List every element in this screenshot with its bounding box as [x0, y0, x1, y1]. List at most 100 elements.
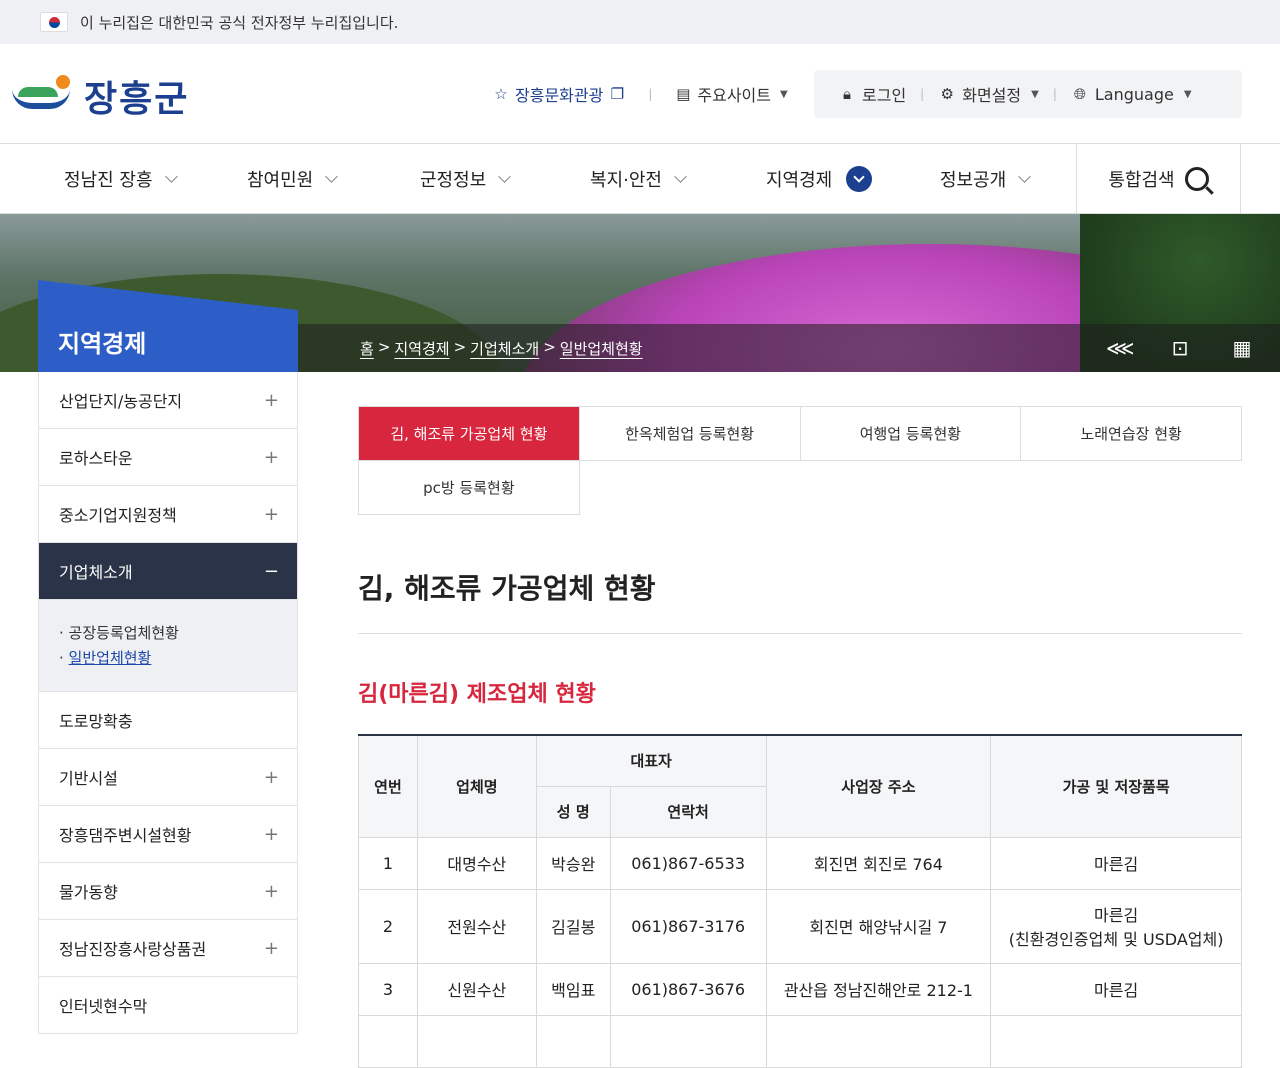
cell-company [416, 1014, 537, 1068]
submenu-item-general[interactable]: · 일반업체현황 [59, 645, 277, 670]
breadcrumb-home[interactable]: 홈 [360, 338, 374, 359]
cell-contact: 061)867-3676 [609, 962, 767, 1016]
submenu-label: 공장등록업체현황 [68, 624, 179, 642]
gnb-label: 정보공개 [940, 170, 1007, 191]
breadcrumb-level1[interactable]: 지역경제 [394, 338, 449, 359]
cell-name: 백임표 [535, 962, 611, 1016]
main-sites-dropdown[interactable]: ▤ 주요사이트 ▼ [674, 82, 787, 106]
star-icon: ☆ [494, 85, 508, 103]
page-tools: ⋘ ⊡ ▦ [1106, 336, 1254, 360]
search-icon [1184, 167, 1209, 191]
cell-address [765, 1014, 992, 1068]
login-button[interactable]: 🔒︎ 로그인 [838, 82, 906, 106]
cell-product: 마른김 [990, 962, 1242, 1016]
cell-address: 회진면 회진로 764 [765, 836, 992, 890]
gnb-label: 지역경제 [766, 170, 833, 191]
integrated-search-button[interactable]: 통합검색 [1076, 144, 1241, 214]
submenu-item-factory[interactable]: · 공장등록업체현황 [59, 620, 277, 645]
side-item-gift-voucher[interactable]: 정남진장흥사랑상품권 + [38, 920, 298, 977]
user-utility-box: 🔒︎ 로그인 | ⚙ 화면설정 ▼ | 🌐︎ Language ▼ [814, 70, 1242, 118]
side-item-dam-facilities[interactable]: 장흥댐주변시설현황 + [38, 806, 298, 863]
side-item-label: 산업단지/농공단지 [59, 392, 183, 411]
page-title: 김, 해조류 가공업체 현황 [358, 567, 1242, 634]
qr-code-icon[interactable]: ▦ [1230, 336, 1254, 360]
side-nav-title: 지역경제 [38, 280, 298, 372]
tab-karaoke[interactable]: 노래연습장 현황 [1021, 407, 1242, 461]
expand-icon: + [263, 766, 279, 788]
korea-flag-icon [40, 12, 68, 32]
side-item-label: 정남진장흥사랑상품권 [59, 940, 207, 959]
gnb-label: 참여민원 [247, 170, 314, 191]
new-window-icon: ❐ [610, 85, 625, 103]
side-navigation: 지역경제 산업단지/농공단지 + 로하스타운 + 중소기업지원정책 + 기업체소… [38, 280, 298, 1034]
expand-icon: + [263, 823, 279, 845]
gnb-label: 복지·안전 [590, 170, 662, 191]
tab-pc-room[interactable]: pc방 등록현황 [359, 461, 580, 515]
side-item-sme-policy[interactable]: 중소기업지원정책 + [38, 486, 298, 543]
expand-icon: + [263, 880, 279, 902]
gnb-item-jeongnamjin[interactable]: 정남진 장흥 [64, 144, 178, 214]
gnb-item-participation[interactable]: 참여민원 [247, 144, 339, 214]
logo-mark-icon [12, 73, 74, 119]
side-item-price-trends[interactable]: 물가동향 + [38, 863, 298, 920]
share-icon[interactable]: ⋘ [1106, 336, 1134, 360]
chevron-down-icon [498, 170, 512, 183]
cell-address: 관산읍 정남진해안로 212-1 [765, 962, 992, 1016]
divider: | [648, 87, 653, 101]
header-address: 사업장 주소 [765, 734, 992, 838]
gnb-label: 군정정보 [420, 170, 487, 191]
table-row [358, 1014, 1242, 1068]
side-item-road-expansion[interactable]: 도로망확충 [38, 692, 298, 749]
product-name: 마른김 [1094, 906, 1139, 925]
expand-icon: + [263, 937, 279, 959]
main-sites-label: 주요사이트 [697, 86, 771, 105]
tab-travel[interactable]: 여행업 등록현황 [800, 407, 1022, 461]
side-item-lohas-town[interactable]: 로하스타운 + [38, 429, 298, 486]
breadcrumb: 홈 > 지역경제 > 기업체소개 > 일반업체현황 [360, 337, 643, 359]
language-dropdown[interactable]: 🌐︎ Language ▼ [1071, 85, 1192, 104]
breadcrumb-level2[interactable]: 기업체소개 [470, 338, 539, 359]
download-icon[interactable]: ⊡ [1168, 336, 1192, 360]
gnb-item-welfare[interactable]: 복지·안전 [590, 144, 687, 214]
tab-seaweed[interactable]: 김, 해조류 가공업체 현황 [359, 407, 580, 461]
utility-links: ☆ 장흥문화관광 ❐ | ▤ 주요사이트 ▼ [492, 71, 787, 117]
side-item-industrial-complex[interactable]: 산업단지/농공단지 + [38, 372, 298, 429]
logo[interactable]: 장흥군 [12, 70, 189, 122]
gnb-label: 정남진 장흥 [64, 170, 153, 191]
tab-hanok[interactable]: 한옥체험업 등록현황 [579, 407, 801, 461]
header-products: 가공 및 저장품목 [990, 734, 1242, 838]
display-settings-button[interactable]: ⚙ 화면설정 ▼ [938, 82, 1038, 106]
gnb-item-county-info[interactable]: 군정정보 [420, 144, 512, 214]
side-submenu: · 공장등록업체현황 · 일반업체현황 [38, 600, 298, 692]
cell-product [990, 1014, 1242, 1068]
side-item-label: 물가동향 [59, 883, 118, 902]
side-item-infrastructure[interactable]: 기반시설 + [38, 749, 298, 806]
side-item-label: 인터넷현수막 [59, 997, 148, 1016]
culture-label: 장흥문화관광 [515, 86, 604, 105]
breadcrumb-level3[interactable]: 일반업체현황 [560, 338, 643, 359]
expand-icon: + [263, 503, 279, 525]
collapse-icon: − [263, 560, 279, 582]
cell-no: 1 [358, 836, 418, 890]
expand-icon: + [263, 446, 279, 468]
table-row: 1 대명수산 박승완 061)867-6533 회진면 회진로 764 마른김 [358, 836, 1242, 890]
side-item-label: 도로망확충 [59, 712, 133, 731]
gnb-item-economy[interactable]: 지역경제 [766, 144, 873, 214]
side-item-internet-banner[interactable]: 인터넷현수막 [38, 977, 298, 1034]
cell-company: 대명수산 [416, 836, 537, 890]
header-no: 연번 [358, 734, 418, 838]
side-item-label: 로하스타운 [59, 449, 133, 468]
site-header: 장흥군 ☆ 장흥문화관광 ❐ | ▤ 주요사이트 ▼ 🔒︎ 로그인 | ⚙ 화면… [0, 44, 1280, 144]
language-label: Language [1094, 84, 1174, 104]
header-rep-name: 성 명 [535, 785, 611, 838]
culture-link[interactable]: ☆ 장흥문화관광 ❐ [492, 82, 626, 106]
caret-down-icon: ▼ [1183, 88, 1192, 100]
main-navigation: 정남진 장흥 참여민원 군정정보 복지·안전 지역경제 정보공개 통합검색 [0, 144, 1280, 214]
logo-text: 장흥군 [84, 79, 190, 120]
table-row: 3 신원수산 백임표 061)867-3676 관산읍 정남진해안로 212-1… [358, 962, 1242, 1016]
gov-banner: 이 누리집은 대한민국 공식 전자정부 누리집입니다. [0, 0, 1280, 44]
side-item-company-intro[interactable]: 기업체소개 − [38, 543, 298, 600]
gnb-item-disclosure[interactable]: 정보공개 [940, 144, 1032, 214]
search-label: 통합검색 [1108, 170, 1175, 191]
submenu-label: 일반업체현황 [68, 649, 152, 667]
